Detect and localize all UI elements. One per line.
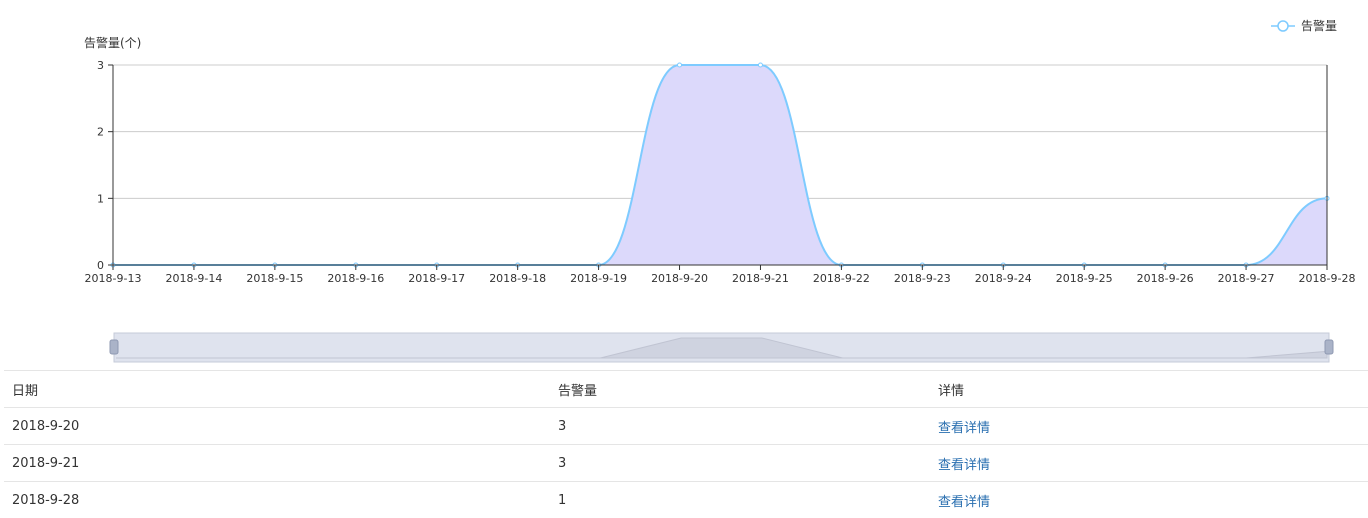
- data-point[interactable]: [678, 63, 682, 67]
- x-tick-label: 2018-9-27: [1218, 272, 1275, 285]
- x-tick-label: 2018-9-23: [894, 272, 951, 285]
- y-axis-label: 告警量(个): [84, 35, 141, 50]
- x-tick-label: 2018-9-24: [975, 272, 1032, 285]
- table-row: 2018-9-21 3 查看详情: [4, 445, 1368, 482]
- x-tick-label: 2018-9-13: [85, 272, 142, 285]
- view-detail-link[interactable]: 查看详情: [938, 458, 990, 473]
- alarm-table: 日期 告警量 详情 2018-9-20 3 查看详情 2018-9-21 3 查…: [4, 370, 1368, 518]
- view-detail-link[interactable]: 查看详情: [938, 421, 990, 436]
- header-date: 日期: [4, 371, 550, 408]
- x-tick-label: 2018-9-21: [732, 272, 789, 285]
- cell-detail: 查看详情: [930, 408, 1368, 445]
- header-count: 告警量: [550, 371, 930, 408]
- alarm-chart: 0 1 2 3 2018-9-13 2018-9-14 2018-9-15 2018-9-16…: [0, 0, 1368, 368]
- cell-detail: 查看详情: [930, 482, 1368, 518]
- y-tick-label: 3: [97, 59, 104, 72]
- y-tick-label: 2: [97, 126, 104, 139]
- zoom-slider[interactable]: [110, 333, 1333, 362]
- zoom-handle-left[interactable]: [110, 340, 118, 354]
- cell-count: 3: [550, 408, 930, 445]
- x-tick-label: 2018-9-18: [489, 272, 546, 285]
- x-tick-label: 2018-9-20: [651, 272, 708, 285]
- x-tick-label: 2018-9-28: [1299, 272, 1356, 285]
- x-tick-label: 2018-9-19: [570, 272, 627, 285]
- x-tick-label: 2018-9-22: [813, 272, 870, 285]
- header-detail: 详情: [930, 371, 1368, 408]
- area-layer: [111, 63, 1329, 267]
- view-detail-link[interactable]: 查看详情: [938, 495, 990, 510]
- x-tick-label: 2018-9-14: [165, 272, 222, 285]
- x-tick-label: 2018-9-26: [1137, 272, 1194, 285]
- cell-date: 2018-9-20: [4, 408, 550, 445]
- x-tick-label: 2018-9-17: [408, 272, 465, 285]
- table-header-row: 日期 告警量 详情: [4, 371, 1368, 408]
- x-tick-label: 2018-9-16: [327, 272, 384, 285]
- cell-count: 1: [550, 482, 930, 518]
- cell-detail: 查看详情: [930, 445, 1368, 482]
- zoom-handle-right[interactable]: [1325, 340, 1333, 354]
- cell-date: 2018-9-28: [4, 482, 550, 518]
- y-tick-label: 1: [97, 192, 104, 205]
- y-tick-label: 0: [97, 259, 104, 272]
- table-row: 2018-9-20 3 查看详情: [4, 408, 1368, 445]
- x-tick-label: 2018-9-25: [1056, 272, 1113, 285]
- x-tick-label: 2018-9-15: [246, 272, 303, 285]
- legend-label: 告警量: [1301, 18, 1337, 33]
- table-row: 2018-9-28 1 查看详情: [4, 482, 1368, 518]
- series-area: [113, 65, 1327, 265]
- legend-marker: [1278, 21, 1288, 31]
- legend[interactable]: 告警量: [1271, 18, 1337, 33]
- cell-date: 2018-9-21: [4, 445, 550, 482]
- data-point[interactable]: [758, 63, 762, 67]
- cell-count: 3: [550, 445, 930, 482]
